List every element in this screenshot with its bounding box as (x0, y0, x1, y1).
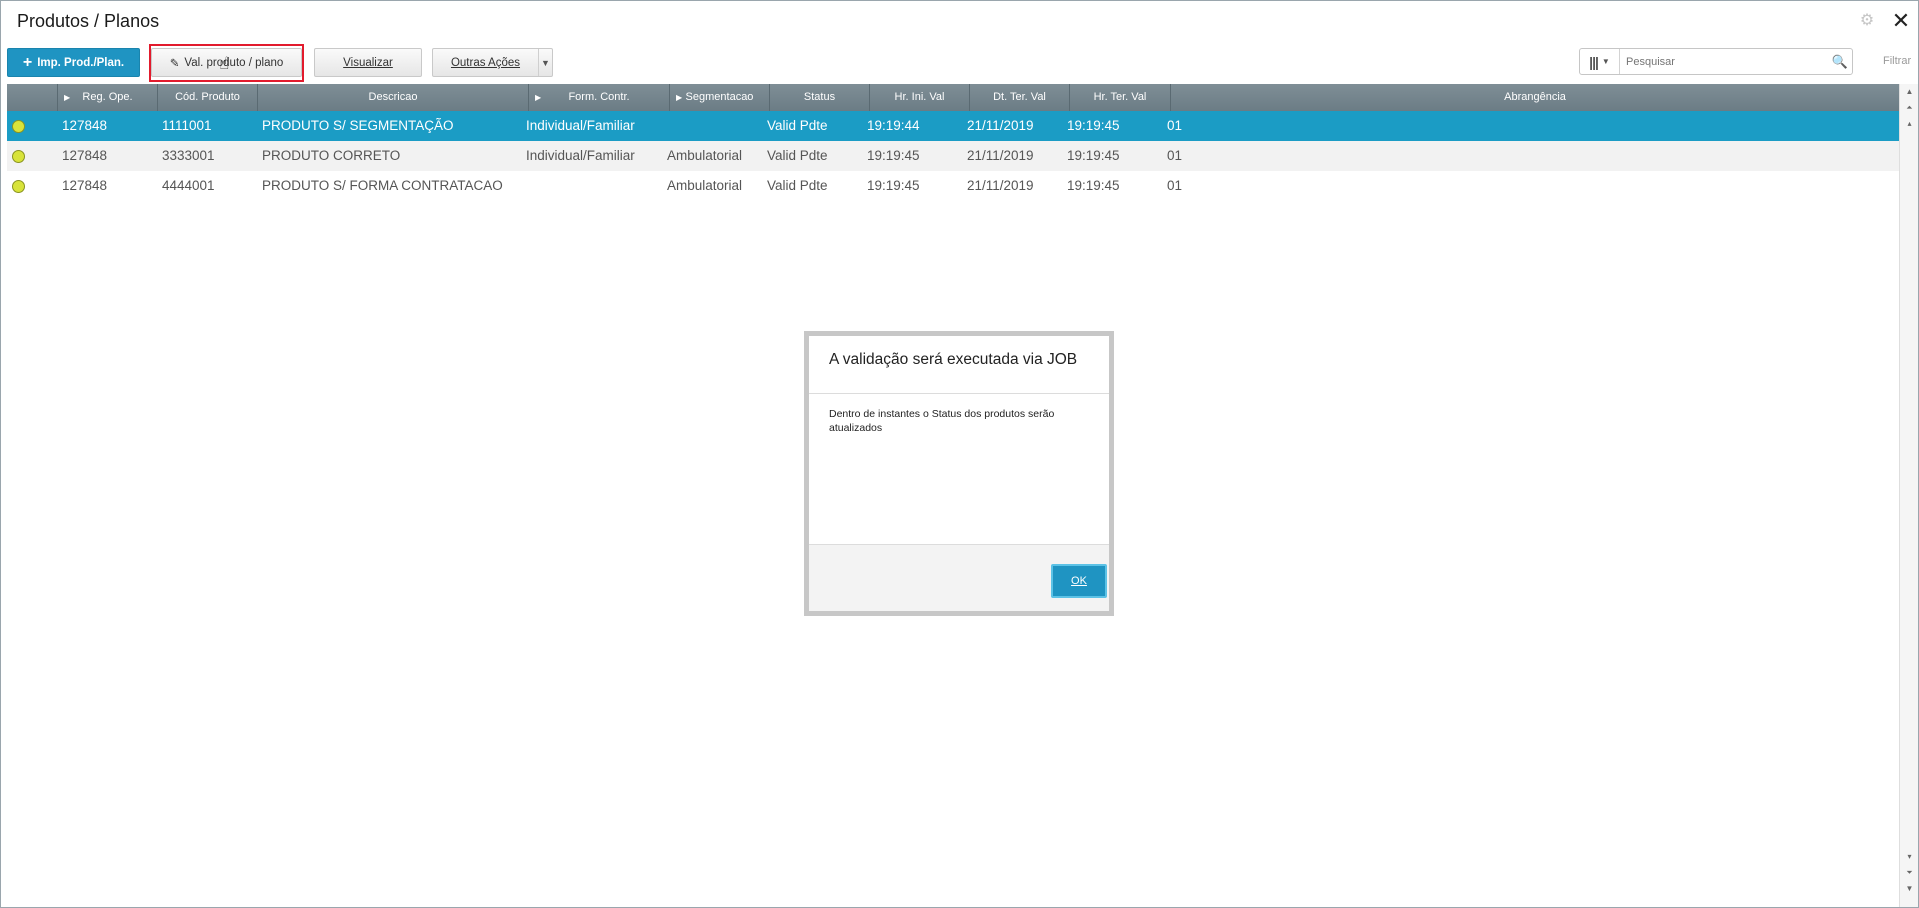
page-title: Produtos / Planos (17, 11, 160, 31)
cell-segmentacao: Ambulatorial (667, 148, 743, 163)
header-label: Segmentacao (685, 91, 754, 103)
header-status-indicator (7, 84, 58, 111)
divider (809, 393, 1109, 394)
scroll-page-up-icon[interactable]: ⏶ (1900, 102, 1919, 114)
header-label: Abrangência (1504, 91, 1566, 103)
caret-right-icon: ▶ (64, 93, 71, 102)
cell-dt-ter-val: 21/11/2019 (967, 178, 1034, 193)
header-label: Reg. Ope. (82, 91, 133, 103)
header-status[interactable]: Status (770, 84, 870, 111)
other-actions-label: Outras Ações (450, 56, 521, 69)
chevron-down-icon: ▼ (1601, 57, 1610, 66)
cell-abrangencia: 01 (1167, 178, 1183, 193)
scroll-page-down-icon[interactable]: ⏷ (1900, 867, 1919, 879)
header-label: Hr. Ini. Val (894, 91, 945, 103)
view-label: Visualizar (343, 56, 393, 69)
header-label: Cód. Produto (175, 91, 240, 103)
ok-label: OK (1071, 575, 1087, 587)
search-icon[interactable]: 🔍 (1828, 54, 1852, 70)
cell-cod-produto: 3333001 (162, 148, 215, 163)
cell-reg-ope: 127848 (62, 178, 108, 193)
dialog-title: A validação será executada via JOB (829, 351, 1078, 368)
columns-selector[interactable]: ||| ▼ (1580, 49, 1620, 74)
header-abrangencia[interactable]: Abrangência (1171, 84, 1899, 111)
header-segmentacao[interactable]: ▶ Segmentacao (670, 84, 770, 111)
job-validation-dialog: A validação será executada via JOB Dentr… (804, 331, 1114, 616)
cell-hr-ini-val: 19:19:45 (867, 178, 920, 193)
header-hr-ter-val[interactable]: Hr. Ter. Val (1070, 84, 1171, 111)
view-button[interactable]: Visualizar (314, 48, 422, 77)
produtos-planos-window: Produtos / Planos ⚙ ✕ + Imp. Prod./Plan.… (0, 0, 1919, 908)
cell-dt-ter-val: 21/11/2019 (967, 148, 1034, 163)
other-actions-button[interactable]: Outras Ações ▼ (432, 48, 553, 77)
cell-hr-ini-val: 19:19:44 (867, 118, 920, 133)
dialog-message: Dentro de instantes o Status dos produto… (829, 408, 1055, 434)
cell-hr-ini-val: 19:19:45 (867, 148, 920, 163)
scroll-top-icon[interactable]: ▲ (1900, 86, 1919, 98)
header-label: Descricao (368, 91, 418, 103)
cell-status: Valid Pdte (767, 178, 828, 193)
header-hr-ini-val[interactable]: Hr. Ini. Val (870, 84, 970, 111)
cell-reg-ope: 127848 (62, 118, 108, 133)
gear-icon[interactable]: ⚙ (1859, 13, 1875, 29)
cell-abrangencia: 01 (1167, 118, 1183, 133)
caret-right-icon: ▶ (535, 93, 542, 102)
search-input[interactable] (1620, 55, 1828, 68)
status-dot-icon (12, 150, 25, 163)
cell-abrangencia: 01 (1167, 148, 1183, 163)
cell-form-contr: Individual/Familiar (526, 148, 635, 163)
cell-status: Valid Pdte (767, 118, 828, 133)
scroll-bottom-icon[interactable]: ▼ (1900, 883, 1919, 895)
ok-button[interactable]: OK (1051, 564, 1107, 598)
chevron-down-icon[interactable]: ▼ (538, 49, 552, 76)
cell-cod-produto: 1111001 (162, 118, 212, 133)
table-row[interactable]: 127848 4444001 PRODUTO S/ FORMA CONTRATA… (7, 171, 1899, 201)
cell-descricao: PRODUTO CORRETO (262, 148, 401, 163)
cell-hr-ter-val: 19:19:45 (1067, 148, 1120, 163)
cell-segmentacao: Ambulatorial (667, 178, 743, 193)
columns-icon: ||| (1589, 53, 1599, 70)
header-label: Status (803, 91, 836, 103)
table-row[interactable]: 127848 3333001 PRODUTO CORRETO Individua… (7, 141, 1899, 171)
header-label: Form. Contr. (568, 91, 630, 103)
vertical-scrollbar[interactable]: ▲ ⏶ ▴ ▾ ⏷ ▼ (1899, 84, 1918, 907)
caret-right-icon: ▶ (676, 93, 683, 102)
header-form-contr[interactable]: ▶ Form. Contr. (529, 84, 670, 111)
close-icon[interactable]: ✕ (1891, 10, 1911, 32)
header-descricao[interactable]: Descricao (258, 84, 529, 111)
cell-reg-ope: 127848 (62, 148, 108, 163)
hand-cursor-icon: ☝ (219, 54, 230, 73)
status-dot-icon (12, 180, 25, 193)
cell-form-contr: Individual/Familiar (526, 118, 635, 133)
scroll-down-icon[interactable]: ▾ (1900, 851, 1919, 863)
header-label: Hr. Ter. Val (1093, 91, 1147, 103)
cell-status: Valid Pdte (767, 148, 828, 163)
cell-cod-produto: 4444001 (162, 178, 215, 193)
import-product-plan-button[interactable]: + Imp. Prod./Plan. (7, 48, 140, 77)
search-field: ||| ▼ 🔍 (1579, 48, 1853, 75)
import-label: Imp. Prod./Plan. (37, 56, 125, 69)
plus-icon: + (22, 53, 33, 71)
grid-header: ▶ Reg. Ope. Cód. Produto Descricao ▶ For… (7, 84, 1899, 111)
header-cod-produto[interactable]: Cód. Produto (158, 84, 258, 111)
header-dt-ter-val[interactable]: Dt. Ter. Val (970, 84, 1070, 111)
scroll-up-icon[interactable]: ▴ (1900, 118, 1919, 130)
status-dot-icon (12, 120, 25, 133)
table-row[interactable]: 127848 1111001 PRODUTO S/ SEGMENTAÇÃO In… (7, 111, 1899, 141)
cell-descricao: PRODUTO S/ FORMA CONTRATACAO (262, 178, 503, 193)
cell-descricao: PRODUTO S/ SEGMENTAÇÃO (262, 118, 454, 133)
cell-hr-ter-val: 19:19:45 (1067, 118, 1120, 133)
cell-hr-ter-val: 19:19:45 (1067, 178, 1120, 193)
cell-dt-ter-val: 21/11/2019 (967, 118, 1034, 133)
header-reg-ope[interactable]: ▶ Reg. Ope. (58, 84, 158, 111)
filter-link[interactable]: Filtrar (1883, 55, 1911, 67)
header-label: Dt. Ter. Val (993, 91, 1046, 103)
